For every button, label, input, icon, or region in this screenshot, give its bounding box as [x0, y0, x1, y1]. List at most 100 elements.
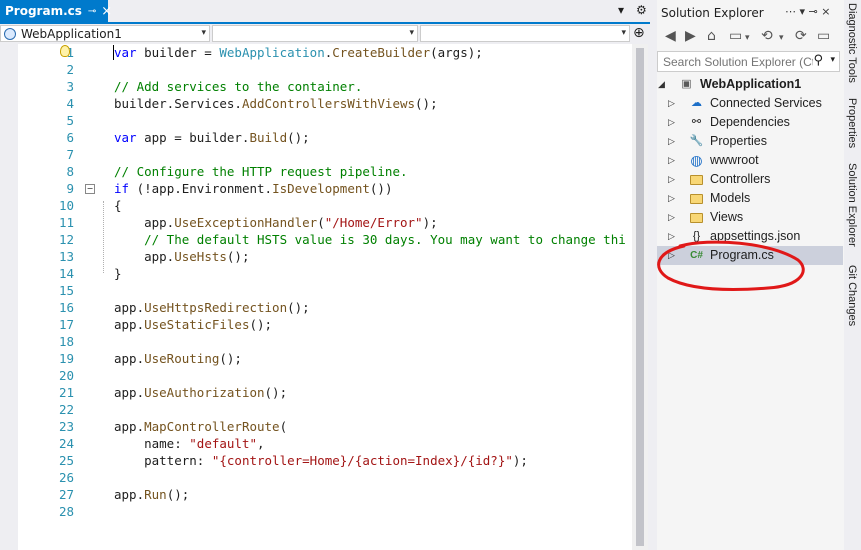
code-text[interactable]: pattern: "{controller=Home}/{action=Inde… — [114, 452, 528, 469]
pending-changes-icon[interactable]: ⟲ — [761, 28, 773, 44]
indent-guide — [103, 201, 104, 273]
expand-icon[interactable]: ▷ — [668, 136, 675, 147]
side-tab-solution-explorer[interactable]: Solution Explorer — [846, 163, 858, 247]
code-line[interactable]: 9 if (!app.Environment.IsDevelopment()) — [18, 180, 632, 197]
code-line[interactable]: 2 — [18, 61, 632, 78]
tree-item-webapplication1[interactable]: ◢ ▣ WebApplication1 — [657, 75, 843, 94]
code-line[interactable]: 4 builder.Services.AddControllersWithView… — [18, 95, 632, 112]
expand-icon[interactable]: ▷ — [668, 117, 675, 128]
code-text[interactable]: app.UseExceptionHandler("/Home/Error"); — [114, 214, 438, 231]
pin-icon[interactable]: ⊸ — [88, 6, 96, 17]
member-combo[interactable]: ▾ — [420, 25, 630, 42]
code-text[interactable]: app.UseHttpsRedirection(); — [114, 299, 310, 316]
code-line[interactable]: 11 app.UseExceptionHandler("/Home/Error"… — [18, 214, 632, 231]
code-line[interactable]: 10 { — [18, 197, 632, 214]
expand-icon[interactable]: ▷ — [668, 98, 675, 109]
code-text[interactable]: var builder = WebApplication.CreateBuild… — [114, 44, 483, 61]
lightbulb-icon[interactable] — [60, 45, 70, 57]
code-text[interactable]: // Add services to the container. — [114, 78, 362, 95]
code-line[interactable]: 25 pattern: "{controller=Home}/{action=I… — [18, 452, 632, 469]
code-line[interactable]: 17 app.UseStaticFiles(); — [18, 316, 632, 333]
tree-item-views[interactable]: ▷ Views — [657, 208, 843, 227]
tree-item-connected-services[interactable]: ▷ ☁ Connected Services — [657, 94, 843, 113]
code-text[interactable]: app.UseRouting(); — [114, 350, 242, 367]
code-text[interactable]: // The default HSTS value is 30 days. Yo… — [114, 231, 626, 248]
type-combo[interactable]: ▾ — [212, 25, 418, 42]
code-line[interactable]: 14} — [18, 265, 632, 282]
code-line[interactable]: 3 // Add services to the container. — [18, 78, 632, 95]
code-line[interactable]: 12 // The default HSTS value is 30 days.… — [18, 231, 632, 248]
code-editor[interactable]: 1 var builder = WebApplication.CreateBuil… — [18, 44, 632, 550]
code-text[interactable]: name: "default", — [114, 435, 264, 452]
collapse-all-icon[interactable]: ▭ — [817, 28, 830, 44]
tree-item-controllers[interactable]: ▷ Controllers — [657, 170, 843, 189]
split-editor-icon[interactable]: ⊕ — [633, 25, 645, 41]
code-line[interactable]: 27 app.Run(); — [18, 486, 632, 503]
folder-icon — [689, 210, 704, 225]
tree-item-dependencies[interactable]: ▷ ⚯ Dependencies — [657, 113, 843, 132]
expand-icon[interactable]: ▷ — [668, 193, 675, 204]
line-number: 19 — [58, 351, 74, 366]
code-line[interactable]: 13 app.UseHsts(); — [18, 248, 632, 265]
solution-search-box[interactable]: ⚲ ▾ — [657, 51, 840, 72]
code-line[interactable]: 1 var builder = WebApplication.CreateBuil… — [18, 44, 632, 61]
code-text[interactable]: app.UseAuthorization(); — [114, 384, 287, 401]
code-text[interactable]: var app = builder.Build(); — [114, 129, 310, 146]
code-line[interactable]: 24 name: "default", — [18, 435, 632, 452]
code-line[interactable]: 18 — [18, 333, 632, 350]
tree-item-properties[interactable]: ▷ 🔧 Properties — [657, 132, 843, 151]
panel-options-icons[interactable]: ⋯ ▾ ⊸ × — [785, 5, 830, 18]
chevron-down-icon[interactable]: ▾ — [779, 33, 784, 43]
refresh-icon[interactable]: ⟳ — [795, 28, 807, 44]
forward-icon[interactable]: ▶ — [685, 28, 696, 44]
solution-search-input[interactable] — [661, 54, 815, 70]
chevron-down-icon[interactable]: ▾ — [830, 55, 835, 65]
code-line[interactable]: 28 — [18, 503, 632, 520]
expand-icon[interactable]: ▷ — [668, 174, 675, 185]
settings-icon[interactable]: ⚙ — [636, 3, 647, 17]
code-line[interactable]: 23 app.MapControllerRoute( — [18, 418, 632, 435]
back-icon[interactable]: ◀ — [665, 28, 676, 44]
code-line[interactable]: 7 — [18, 146, 632, 163]
line-number: 3 — [66, 79, 74, 94]
code-text[interactable]: app.UseStaticFiles(); — [114, 316, 272, 333]
tab-program-cs[interactable]: Program.cs ⊸ × — [0, 0, 112, 22]
code-text[interactable]: app.UseHsts(); — [114, 248, 249, 265]
code-line[interactable]: 21 app.UseAuthorization(); — [18, 384, 632, 401]
tab-dropdown-button[interactable]: ▾ — [618, 3, 624, 17]
code-line[interactable]: 5 — [18, 112, 632, 129]
expand-icon[interactable]: ▷ — [668, 212, 675, 223]
code-line[interactable]: 15 — [18, 282, 632, 299]
code-text[interactable]: app.MapControllerRoute( — [114, 418, 287, 435]
chevron-down-icon[interactable]: ▾ — [745, 33, 750, 43]
project-combo[interactable]: WebApplication1 ▾ — [0, 25, 210, 42]
code-text[interactable]: } — [114, 265, 122, 282]
folder-shape — [690, 213, 703, 223]
code-text[interactable]: app.Run(); — [114, 486, 189, 503]
code-line[interactable]: 8 // Configure the HTTP request pipeline. — [18, 163, 632, 180]
collapse-toggle[interactable]: − — [85, 184, 95, 194]
close-icon[interactable]: × — [101, 4, 112, 19]
code-text[interactable]: if (!app.Environment.IsDevelopment()) — [114, 180, 392, 197]
code-text[interactable]: // Configure the HTTP request pipeline. — [114, 163, 408, 180]
code-line[interactable]: 16 app.UseHttpsRedirection(); — [18, 299, 632, 316]
side-tab-diagnostic-tools[interactable]: Diagnostic Tools — [846, 3, 858, 83]
line-number: 27 — [58, 487, 74, 502]
side-tab-properties[interactable]: Properties — [846, 98, 858, 148]
tree-item-wwwroot[interactable]: ▷ ◍ wwwroot — [657, 151, 843, 170]
tree-item-models[interactable]: ▷ Models — [657, 189, 843, 208]
home-icon[interactable]: ⌂ — [707, 28, 716, 44]
code-line[interactable]: 26 — [18, 469, 632, 486]
code-line[interactable]: 6 var app = builder.Build(); — [18, 129, 632, 146]
code-text[interactable]: { — [114, 197, 122, 214]
code-line[interactable]: 22 — [18, 401, 632, 418]
collapse-icon[interactable]: ◢ — [658, 79, 665, 90]
code-text[interactable]: builder.Services.AddControllersWithViews… — [114, 95, 438, 112]
code-line[interactable]: 20 — [18, 367, 632, 384]
expand-icon[interactable]: ▷ — [668, 155, 675, 166]
code-line[interactable]: 19 app.UseRouting(); — [18, 350, 632, 367]
scrollbar-thumb[interactable] — [636, 48, 644, 546]
side-tab-git-changes[interactable]: Git Changes — [846, 265, 858, 326]
search-icon[interactable]: ⚲ — [813, 53, 823, 68]
switch-views-icon[interactable]: ▭ — [729, 28, 742, 44]
